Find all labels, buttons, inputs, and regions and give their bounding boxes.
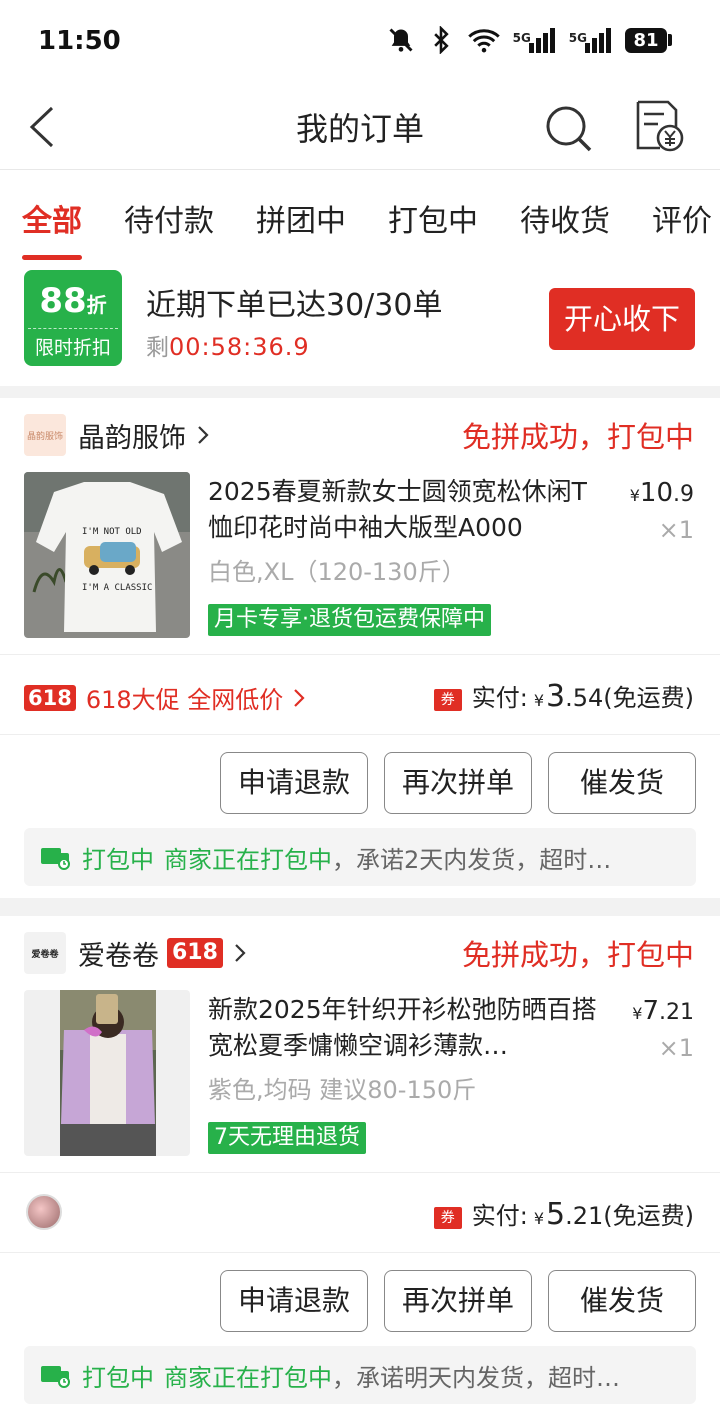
mute-bell-icon: [389, 28, 413, 52]
truck-icon: [41, 1366, 70, 1388]
payment-summary: 券 实付: ¥ 3 .54 (免运费): [433, 678, 694, 714]
product-image[interactable]: [24, 990, 190, 1156]
tab-all[interactable]: 全部: [22, 170, 82, 260]
product-title[interactable]: 2025春夏新款女士圆领宽松休闲T恤印花时尚中袖大版型A000: [208, 474, 608, 546]
tab-pending-receipt[interactable]: 待收货: [520, 170, 610, 260]
pay-label: 实付:: [471, 1202, 528, 1230]
chevron-right-icon: [294, 688, 305, 707]
shipping-status-bar[interactable]: 打包中 商家正在打包中 ，承诺明天内发货，超时…: [24, 1346, 696, 1404]
urge-shipping-button[interactable]: 催发货: [548, 752, 696, 814]
tab-packing[interactable]: 打包中: [388, 170, 478, 260]
shop-name: 晶韵服饰: [78, 422, 186, 454]
shop-logo: 爱卷卷: [24, 932, 66, 974]
countdown-value: 00:58:36.9: [169, 333, 310, 361]
urge-shipping-button[interactable]: 催发货: [548, 1270, 696, 1332]
shop-row[interactable]: 爱卷卷 爱卷卷 618: [24, 932, 249, 974]
wifi-icon: [467, 29, 500, 53]
pay-amount-dec: .21: [565, 1202, 604, 1230]
product-quantity: ×1: [658, 1034, 694, 1062]
tab-pending-payment[interactable]: 待付款: [124, 170, 214, 260]
divider: [0, 1172, 720, 1173]
product-spec: 白色,XL（120-130斤）: [208, 558, 466, 586]
refund-button[interactable]: 申请退款: [220, 752, 368, 814]
shipping-detail: ，承诺明天内发货，超时…: [332, 1363, 620, 1392]
divider: [0, 654, 720, 655]
svg-text:I'M A CLASSIC: I'M A CLASSIC: [82, 583, 152, 593]
product-image[interactable]: I'M NOT OLD I'M A CLASSIC: [24, 472, 190, 638]
shop-name: 爱卷卷: [78, 940, 159, 972]
discount-banner: 88折 限时折扣 近期下单已达30/30单 剩00:58:36.9 开心收下: [0, 260, 720, 386]
order-card: 爱卷卷 爱卷卷 618 免拼成功，打包中 新款2025年针织开衫松弛防晒百搭宽松…: [0, 916, 720, 1406]
pay-label: 实付:: [471, 684, 528, 712]
refund-button[interactable]: 申请退款: [220, 1270, 368, 1332]
promo-row[interactable]: 618 618大促 全网低价: [24, 680, 307, 715]
shipping-detail: ，承诺2天内发货，超时…: [332, 845, 612, 874]
divider: [0, 734, 720, 735]
discount-value: 88: [39, 281, 87, 321]
divider: [0, 1252, 720, 1253]
pay-note: (免运费): [603, 1202, 694, 1230]
tab-review[interactable]: 评价: [652, 170, 712, 260]
shop-logo: 晶韵服饰: [24, 414, 66, 456]
discount-badge: 88折 限时折扣: [24, 270, 122, 366]
order-card: 晶韵服饰 晶韵服饰 免拼成功，打包中 I'M NOT OLD I'M A CLA…: [0, 398, 720, 898]
signal-1-icon: 5G: [513, 27, 557, 53]
order-status: 免拼成功，打包中: [461, 420, 694, 454]
reorder-button[interactable]: 再次拼单: [384, 1270, 532, 1332]
coupon-icon: 券: [433, 1207, 462, 1229]
pay-amount-int: 5: [546, 1197, 566, 1232]
service-tag: 月卡专享·退货包运费保障中: [208, 604, 491, 636]
product-price: ¥10.9: [629, 478, 694, 508]
network-type-2: 5G: [568, 31, 587, 45]
shipping-status-bar[interactable]: 打包中 商家正在打包中 ，承诺2天内发货，超时…: [24, 828, 696, 886]
payment-summary: 券 实付: ¥ 5 .21 (免运费): [433, 1196, 694, 1232]
status-time: 11:50: [38, 26, 121, 56]
pay-note: (免运费): [603, 684, 694, 712]
shipping-description: 商家正在打包中: [164, 1363, 332, 1392]
promo-countdown: 剩00:58:36.9: [146, 328, 310, 362]
badge-618: 618: [24, 684, 76, 711]
battery-level: 81: [625, 27, 667, 53]
service-tag: 7天无理由退货: [208, 1122, 366, 1154]
shop-row[interactable]: 晶韵服饰 晶韵服饰: [24, 414, 212, 456]
order-actions: 申请退款 再次拼单 催发货: [220, 752, 696, 814]
promo-title: 近期下单已达30/30单: [146, 288, 443, 323]
reorder-button[interactable]: 再次拼单: [384, 752, 532, 814]
countdown-prefix: 剩: [146, 335, 169, 361]
chevron-right-icon: [235, 944, 246, 962]
header: 我的订单: [0, 84, 720, 170]
discount-unit: 折: [86, 293, 107, 317]
page-title: 我的订单: [295, 110, 424, 148]
shipping-status: 打包中: [82, 1363, 154, 1392]
badge-618: 618: [167, 938, 223, 968]
accept-discount-button[interactable]: 开心收下: [549, 288, 695, 350]
shipping-status: 打包中: [82, 845, 154, 874]
product-title[interactable]: 新款2025年针织开衫松弛防晒百搭宽松夏季慵懒空调衫薄款…: [208, 992, 608, 1064]
tab-group-buying[interactable]: 拼团中: [256, 170, 346, 260]
discount-badge-label: 限时折扣: [28, 328, 118, 360]
signal-2-icon: 5G: [569, 27, 613, 53]
avatar[interactable]: [26, 1194, 62, 1230]
pay-amount-dec: .54: [565, 684, 604, 712]
status-bar: 11:50 5G 5G 81: [0, 0, 720, 84]
chevron-right-icon: [198, 426, 209, 444]
order-tabs: 全部 待付款 拼团中 打包中 待收货 评价: [0, 170, 720, 260]
product-price: ¥7.21: [632, 996, 694, 1026]
shipping-description: 商家正在打包中: [164, 845, 332, 874]
svg-text:I'M NOT OLD: I'M NOT OLD: [82, 527, 142, 537]
product-quantity: ×1: [658, 516, 694, 544]
truck-icon: [41, 848, 70, 870]
bill-icon[interactable]: [630, 98, 686, 154]
coupon-icon: 券: [433, 689, 462, 711]
network-type-1: 5G: [512, 31, 531, 45]
order-status: 免拼成功，打包中: [461, 938, 694, 972]
pay-amount-int: 3: [546, 679, 566, 714]
bluetooth-icon: [433, 26, 449, 54]
status-icons: 5G 5G 81: [387, 26, 672, 54]
promo-text: 618大促 全网低价: [85, 686, 284, 714]
battery-icon: 81: [625, 27, 672, 53]
product-spec: 紫色,均码 建议80-150斤: [208, 1076, 477, 1104]
search-icon[interactable]: [540, 100, 596, 156]
order-actions: 申请退款 再次拼单 催发货: [220, 1270, 696, 1332]
